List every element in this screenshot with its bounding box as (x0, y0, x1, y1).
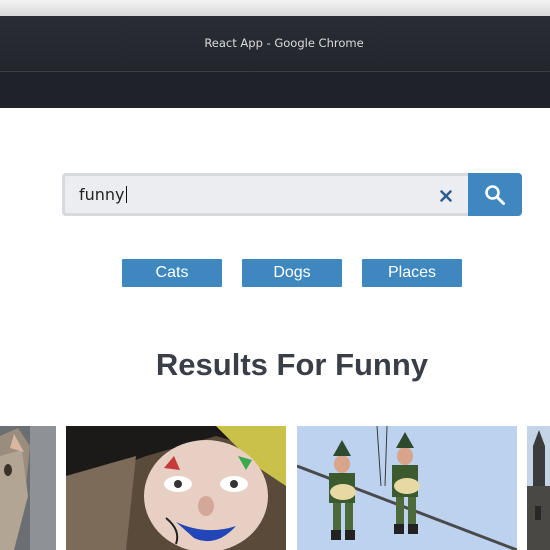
result-image-clown[interactable] (66, 426, 286, 550)
clear-search-button[interactable] (437, 186, 455, 204)
clown-photo (66, 426, 286, 550)
search-input[interactable]: funny (62, 173, 469, 216)
window-title: React App - Google Chrome (204, 36, 364, 50)
window-titlebar: React App - Google Chrome (0, 16, 550, 71)
text-caret (125, 186, 127, 203)
results-heading: Results For Funny (155, 347, 429, 382)
window-top-edge (0, 0, 550, 16)
browser-toolbar (0, 71, 550, 108)
close-icon (440, 190, 452, 202)
result-image-cat[interactable] (0, 426, 56, 550)
result-image-marionettes[interactable] (297, 426, 517, 550)
result-image-building[interactable] (527, 426, 550, 550)
search-button[interactable] (468, 173, 522, 216)
marionettes-photo (297, 426, 517, 550)
category-button-cats[interactable]: Cats (122, 259, 222, 287)
category-button-dogs[interactable]: Dogs (242, 259, 342, 287)
building-photo (527, 426, 550, 550)
search-input-value: funny (79, 185, 127, 204)
search-icon (485, 185, 505, 205)
cat-photo (0, 426, 56, 550)
category-button-places[interactable]: Places (362, 259, 462, 287)
